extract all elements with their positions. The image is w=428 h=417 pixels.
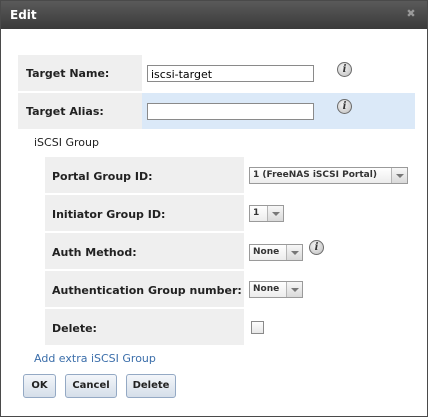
initiator-group-label: Initiator Group ID: [52,208,166,221]
target-alias-label: Target Alias: [26,105,104,118]
cancel-button[interactable]: Cancel [65,374,117,398]
chevron-down-icon[interactable] [286,245,302,260]
auth-group-select[interactable]: None [249,281,303,298]
auth-method-select[interactable]: None [249,244,303,261]
portal-group-select[interactable]: 1 (FreeNAS iSCSI Portal) [249,167,408,184]
target-name-info-icon[interactable]: i [337,62,352,77]
dialog-titlebar[interactable]: Edit ✖ [1,1,427,29]
chevron-down-icon[interactable] [391,168,407,183]
auth-method-label: Auth Method: [52,246,137,259]
target-alias-info-icon[interactable]: i [337,99,352,114]
auth-group-selected: None [253,284,280,294]
target-name-input[interactable]: iscsi-target [147,65,314,82]
add-extra-iscsi-group-link[interactable]: Add extra iSCSI Group [34,352,156,365]
portal-group-selected: 1 (FreeNAS iSCSI Portal) [253,170,377,180]
dialog-content: Target Name: iscsi-target i Target Alias… [1,30,427,416]
chevron-down-icon[interactable] [286,282,302,297]
target-alias-input[interactable] [147,103,314,120]
delete-button[interactable]: Delete [126,374,176,398]
chevron-down-icon[interactable] [267,206,283,221]
delete-label: Delete: [52,322,97,335]
initiator-group-select[interactable]: 1 [249,205,284,222]
auth-method-info-icon[interactable]: i [309,240,324,255]
delete-checkbox[interactable] [251,321,264,334]
auth-group-label: Authentication Group number: [52,284,242,297]
auth-method-selected: None [253,247,280,257]
iscsi-group-heading: iSCSI Group [34,136,99,149]
target-name-label: Target Name: [26,67,110,80]
portal-group-label: Portal Group ID: [52,170,153,183]
ok-button[interactable]: OK [23,374,56,398]
dialog-title: Edit [10,8,37,22]
close-icon[interactable]: ✖ [405,8,417,20]
initiator-group-selected: 1 [253,208,260,218]
edit-dialog: Edit ✖ Target Name: iscsi-target i Targe… [0,0,428,417]
